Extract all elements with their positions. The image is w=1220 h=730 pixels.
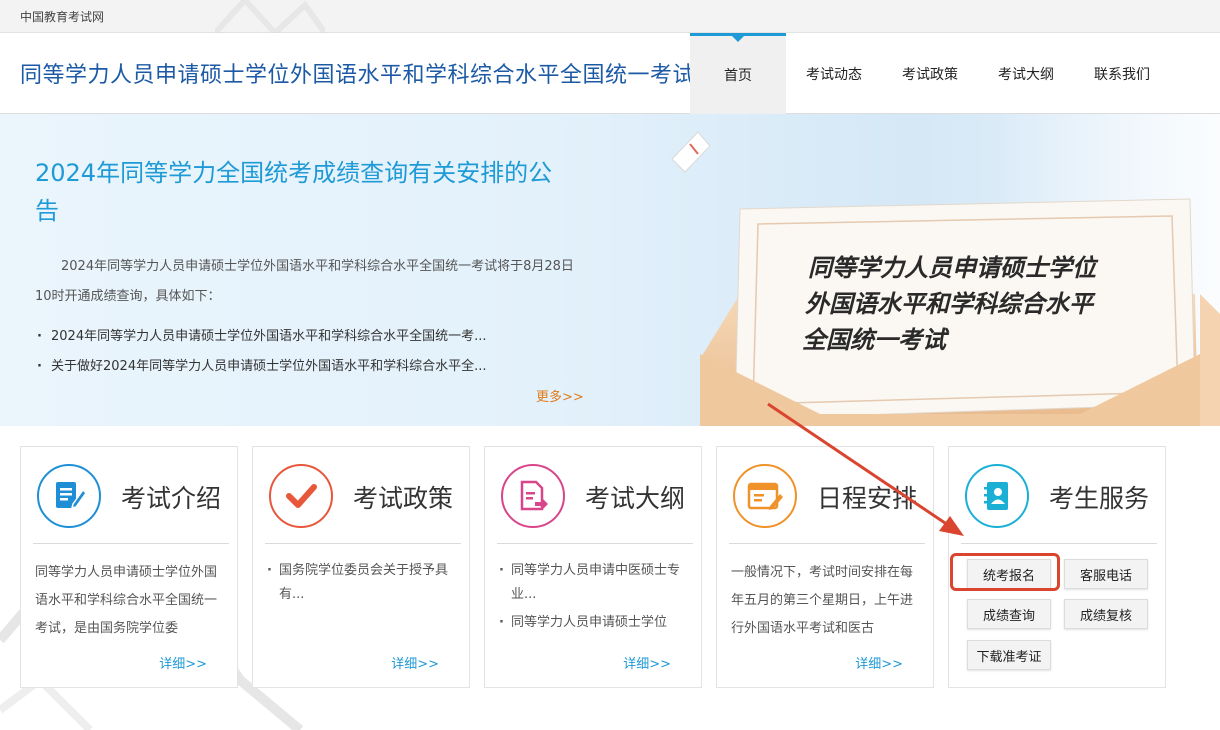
topbar-decoration (215, 0, 325, 33)
card-divider (33, 543, 229, 544)
banner-news-item[interactable]: 2024年同等学力人员申请硕士学位外国语水平和学科综合水平全国统一考... (35, 322, 535, 352)
card-exam-policy: 考试政策 国务院学位委员会关于授予具有... 详细>> (252, 446, 470, 688)
card-title[interactable]: 考试大纲 (585, 479, 685, 515)
card-more-link[interactable]: 详细>> (623, 653, 671, 672)
nav-item-contact[interactable]: 联系我们 (1074, 33, 1170, 114)
contact-book-icon[interactable] (965, 464, 1029, 528)
card-exam-intro: 考试介绍 同等学力人员申请硕士学位外国语水平和学科综合水平全国统一考试，是由国务… (20, 446, 238, 688)
card-text: 一般情况下，考试时间安排在每年五月的第三个星期日，上午进行外国语水平考试和医古 (731, 565, 914, 636)
nav-item-home[interactable]: 首页 (690, 33, 786, 114)
card-list-item[interactable]: 同等学力人员申请中医硕士专业... (499, 559, 691, 607)
card-schedule: 日程安排 一般情况下，考试时间安排在每年五月的第三个星期日，上午进行外国语水平考… (716, 446, 934, 688)
customer-service-phone-button[interactable]: 客服电话 (1064, 559, 1148, 589)
announcement-banner: 2024年同等学力全国统考成绩查询有关安排的公告 2024年同等学力人员申请硕士… (0, 114, 1220, 426)
card-list-item[interactable]: 国务院学位委员会关于授予具有... (267, 559, 459, 607)
calendar-edit-icon[interactable] (733, 464, 797, 528)
banner-art-line: 外国语水平和学科综合水平 (805, 290, 1096, 318)
card-more-link[interactable]: 详细>> (855, 653, 903, 672)
download-admission-ticket-button[interactable]: 下载准考证 (967, 640, 1051, 670)
score-query-button[interactable]: 成绩查询 (967, 599, 1051, 629)
card-text: 同等学力人员申请硕士学位外国语水平和学科综合水平全国统一考试，是由国务院学位委 (35, 565, 218, 636)
banner-art-line: 同等学力人员申请硕士学位 (808, 254, 1099, 282)
site-title[interactable]: 同等学力人员申请硕士学位外国语水平和学科综合水平全国统一考试 (20, 57, 695, 89)
card-title[interactable]: 考试政策 (353, 479, 453, 515)
card-divider (961, 543, 1157, 544)
banner-illustration: 同等学力人员申请硕士学位 外国语水平和学科综合水平 全国统一考试 (671, 114, 1220, 426)
card-exam-syllabus: 考试大纲 同等学力人员申请中医硕士专业... 同等学力人员申请硕士学位 详细>> (484, 446, 702, 688)
card-title[interactable]: 日程安排 (817, 479, 917, 515)
checkmark-icon[interactable] (269, 464, 333, 528)
card-divider (265, 543, 461, 544)
card-list: 同等学力人员申请中医硕士专业... 同等学力人员申请硕士学位 (499, 559, 691, 639)
site-name-link[interactable]: 中国教育考试网 (20, 8, 104, 25)
banner-more-link[interactable]: 更多>> (536, 386, 584, 405)
nav-item-exam-news[interactable]: 考试动态 (786, 33, 882, 114)
file-export-icon[interactable] (501, 464, 565, 528)
card-title[interactable]: 考生服务 (1049, 479, 1149, 515)
banner-art-line: 全国统一考试 (802, 326, 950, 354)
card-list: 国务院学位委员会关于授予具有... (267, 559, 459, 639)
top-utility-bar: 中国教育考试网 (0, 0, 1220, 33)
score-review-button[interactable]: 成绩复核 (1064, 599, 1148, 629)
nav-item-exam-policy[interactable]: 考试政策 (882, 33, 978, 114)
card-more-link[interactable]: 详细>> (391, 653, 439, 672)
document-pen-icon[interactable] (37, 464, 101, 528)
banner-news-list: 2024年同等学力人员申请硕士学位外国语水平和学科综合水平全国统一考... 关于… (35, 322, 535, 382)
site-header: 同等学力人员申请硕士学位外国语水平和学科综合水平全国统一考试 首页 考试动态 考… (0, 33, 1220, 114)
main-nav: 首页 考试动态 考试政策 考试大纲 联系我们 (690, 33, 1170, 114)
banner-news-item[interactable]: 关于做好2024年同等学力人员申请硕士学位外国语水平和学科综合水平全... (35, 352, 535, 382)
card-more-link[interactable]: 详细>> (159, 653, 207, 672)
card-list-item[interactable]: 同等学力人员申请硕士学位 (499, 611, 691, 635)
banner-description: 2024年同等学力人员申请硕士学位外国语水平和学科综合水平全国统一考试将于8月2… (35, 259, 574, 304)
banner-title[interactable]: 2024年同等学力全国统考成绩查询有关安排的公告 (35, 154, 555, 230)
card-divider (497, 543, 693, 544)
card-divider (729, 543, 925, 544)
nav-item-exam-syllabus[interactable]: 考试大纲 (978, 33, 1074, 114)
card-title[interactable]: 考试介绍 (121, 479, 221, 515)
highlight-box (950, 553, 1060, 591)
